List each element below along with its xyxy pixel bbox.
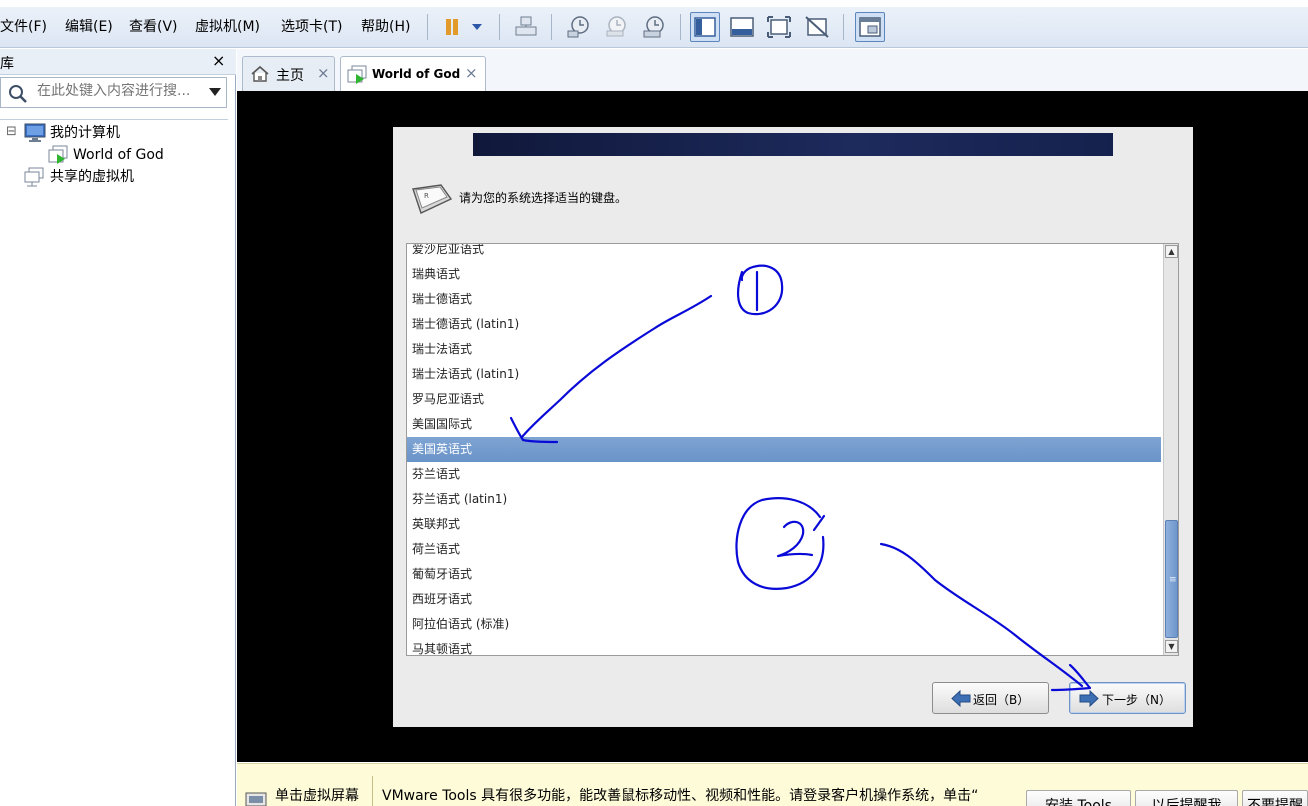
- arrow-right-icon: [1079, 690, 1099, 707]
- menu-help[interactable]: 帮助(H): [361, 18, 410, 36]
- pause-icon[interactable]: [437, 12, 467, 42]
- install-tools-button[interactable]: 安装 Tools: [1026, 790, 1131, 806]
- keyboard-key-icon: R: [412, 184, 453, 214]
- scroll-up-icon[interactable]: ▲: [1165, 245, 1178, 258]
- menu-edit[interactable]: 编辑(E): [65, 18, 113, 36]
- show-library-icon[interactable]: [690, 12, 720, 42]
- scroll-thumb[interactable]: ≡: [1165, 520, 1178, 638]
- keyboard-option[interactable]: 芬兰语式 (latin1): [407, 487, 1161, 512]
- search-input[interactable]: [37, 83, 205, 99]
- computer-icon: [24, 123, 46, 142]
- toolbar-separator: [499, 14, 500, 40]
- toolbar-separator: [680, 14, 681, 40]
- library-title: 库: [0, 56, 14, 72]
- keyboard-option[interactable]: 荷兰语式: [407, 537, 1161, 562]
- keyboard-option[interactable]: 罗马尼亚语式: [407, 387, 1161, 412]
- divider: [372, 776, 373, 806]
- keyboard-list-scrollbar[interactable]: ▲ ≡ ▼: [1163, 244, 1178, 655]
- console-view-icon[interactable]: [855, 12, 885, 42]
- unity-icon[interactable]: [802, 12, 832, 42]
- full-screen-icon[interactable]: [764, 12, 794, 42]
- menu-view[interactable]: 查看(V): [129, 18, 178, 36]
- back-button-label: 返回（B）: [973, 693, 1030, 707]
- keyboard-list[interactable]: 爱沙尼亚语式 瑞典语式 瑞士德语式 瑞士德语式 (latin1) 瑞士法语式 瑞士法语式 …: [406, 243, 1179, 656]
- click-hint: 单击虚拟屏幕: [275, 788, 359, 804]
- keyboard-prompt: 请为您的系统选择适当的键盘。: [459, 191, 628, 205]
- back-button[interactable]: 返回（B）: [932, 682, 1049, 714]
- keyboard-option[interactable]: 美国国际式: [407, 412, 1161, 437]
- dropdown-arrow-icon[interactable]: [464, 12, 490, 42]
- library-tree: ⊟ 我的计算机 World of God 共享的虚拟机: [0, 119, 228, 799]
- library-header: 库 ×: [0, 49, 236, 75]
- menubar: 文件(F) 编辑(E) 查看(V) 虚拟机(M) 选项卡(T) 帮助(H): [0, 0, 1308, 48]
- search-dropdown-icon[interactable]: [209, 88, 221, 96]
- keyboard-option[interactable]: 瑞典语式: [407, 262, 1161, 287]
- scroll-grip-icon: ≡: [1169, 575, 1177, 585]
- tab-world-of-god[interactable]: World of God ×: [340, 56, 486, 91]
- keyboard-option[interactable]: 西班牙语式: [407, 587, 1161, 612]
- tools-message: VMware Tools 具有很多功能，能改善鼠标移动性、视频和性能。请登录客户…: [382, 788, 979, 804]
- snapshot-take-icon[interactable]: [563, 12, 593, 42]
- installer-banner: [473, 133, 1113, 156]
- keyboard-option[interactable]: 瑞士德语式 (latin1): [407, 312, 1161, 337]
- title-strip: [0, 0, 1308, 7]
- library-panel: 库 × ⊟ 我的计算机 World of God 共享的虚拟机: [0, 49, 236, 806]
- next-button-label: 下一步（N）: [1102, 693, 1171, 707]
- installer-window: R 请为您的系统选择适当的键盘。 爱沙尼亚语式 瑞典语式 瑞士德语式 瑞士德语式 (l…: [393, 127, 1193, 727]
- menu-file[interactable]: 文件(F): [0, 18, 47, 36]
- shared-vm-icon: [24, 167, 44, 187]
- toolbar-separator: [551, 14, 552, 40]
- tab-bar: 主页 × World of God ×: [237, 49, 1308, 91]
- toolbar-separator: [427, 14, 428, 40]
- keyboard-option[interactable]: 芬兰语式: [407, 462, 1161, 487]
- tab-label: World of God: [372, 67, 461, 81]
- keyboard-option[interactable]: 瑞士法语式: [407, 337, 1161, 362]
- snapshot-manager-icon[interactable]: [638, 12, 668, 42]
- tree-expander-icon[interactable]: ⊟: [6, 122, 17, 142]
- send-ctrl-alt-del-icon[interactable]: [511, 12, 541, 42]
- keyboard-option[interactable]: 美国英语式: [407, 437, 1161, 462]
- keyboard-option[interactable]: 爱沙尼亚语式: [407, 244, 1161, 262]
- next-button[interactable]: 下一步（N）: [1069, 682, 1186, 714]
- vm-running-icon: [347, 65, 367, 84]
- dont-remind-button[interactable]: 不要提醒: [1242, 790, 1308, 806]
- keyboard-option[interactable]: 阿拉伯语式 (标准): [407, 612, 1161, 637]
- vmware-tools-bar: 单击虚拟屏幕 VMware Tools 具有很多功能，能改善鼠标移动性、视频和性…: [237, 763, 1308, 806]
- keyboard-option[interactable]: 瑞士德语式: [407, 287, 1161, 312]
- svg-text:R: R: [424, 192, 429, 200]
- keyboard-option[interactable]: 葡萄牙语式: [407, 562, 1161, 587]
- menu-vm[interactable]: 虚拟机(M): [195, 18, 260, 36]
- thumbnail-bar-icon[interactable]: [727, 12, 757, 42]
- vm-running-icon: [48, 145, 68, 164]
- keyboard-option[interactable]: 英联邦式: [407, 512, 1161, 537]
- home-icon: [251, 65, 269, 82]
- tree-label: 我的计算机: [50, 125, 120, 141]
- scroll-down-icon[interactable]: ▼: [1165, 640, 1178, 653]
- snapshot-revert-icon[interactable]: [601, 12, 631, 42]
- click-screen-icon: [245, 792, 267, 806]
- search-icon: [9, 85, 27, 103]
- library-search[interactable]: [0, 77, 227, 108]
- remind-later-button[interactable]: 以后提醒我: [1135, 790, 1238, 806]
- keyboard-option[interactable]: 马其顿语式: [407, 637, 1161, 655]
- menu-tabs[interactable]: 选项卡(T): [281, 18, 342, 36]
- tab-home[interactable]: 主页 ×: [242, 56, 335, 91]
- toolbar-separator: [843, 14, 844, 40]
- tab-label: 主页: [276, 68, 304, 84]
- tree-label: World of God: [73, 147, 164, 163]
- tab-close-icon[interactable]: ×: [465, 64, 478, 82]
- arrow-left-icon: [951, 690, 971, 707]
- tab-close-icon[interactable]: ×: [317, 64, 330, 82]
- keyboard-option[interactable]: 瑞士法语式 (latin1): [407, 362, 1161, 387]
- library-close-button[interactable]: ×: [212, 52, 225, 70]
- tree-label: 共享的虚拟机: [50, 169, 134, 185]
